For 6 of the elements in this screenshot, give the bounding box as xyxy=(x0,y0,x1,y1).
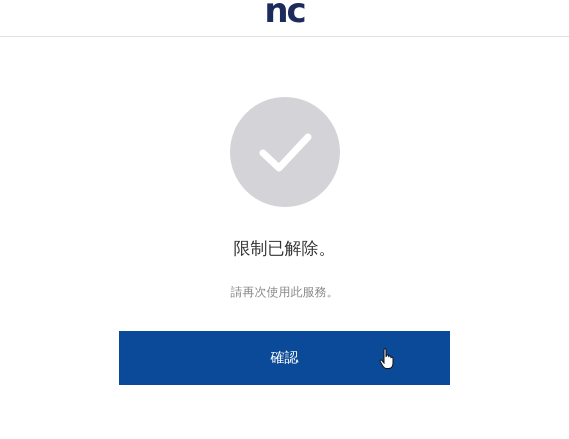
confirm-button[interactable]: 確認 xyxy=(119,331,450,385)
logo: nc xyxy=(264,0,305,24)
status-title: 限制已解除。 xyxy=(234,238,336,260)
hand-cursor-icon xyxy=(379,348,395,370)
status-message: 請再次使用此服務。 xyxy=(230,284,338,301)
check-circle-icon xyxy=(230,97,340,207)
